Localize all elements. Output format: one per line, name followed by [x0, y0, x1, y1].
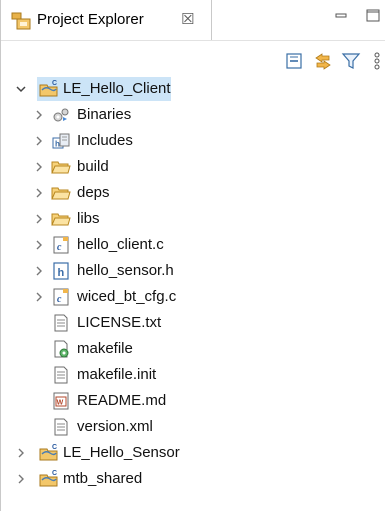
- tab-title: Project Explorer: [37, 11, 144, 28]
- tree-item-label: LE_Hello_Sensor: [63, 444, 180, 461]
- tree-item-build[interactable]: build: [1, 154, 385, 180]
- c-source-file-icon: c: [51, 287, 71, 307]
- chevron-right-icon[interactable]: [15, 472, 27, 486]
- view-menu-icon[interactable]: [370, 50, 384, 72]
- tree-item-label: README.md: [77, 392, 167, 409]
- tree-item-license-txt[interactable]: LICENSE.txt: [1, 310, 385, 336]
- tree-item-le-hello-sensor[interactable]: C LE_Hello_Sensor: [1, 440, 385, 466]
- tree-item-binaries[interactable]: Binaries: [1, 102, 385, 128]
- makefile-icon: [51, 339, 71, 359]
- tree-item-label: LICENSE.txt: [77, 314, 162, 331]
- tree-item-label: build: [77, 158, 109, 175]
- tree-item-mtb-shared[interactable]: C mtb_shared: [1, 466, 385, 492]
- tree-item-label: hello_sensor.h: [77, 262, 174, 279]
- includes-icon: h: [51, 131, 71, 151]
- chevron-right-icon[interactable]: [15, 446, 27, 460]
- view-tab-bar: Project Explorer ☒: [1, 0, 385, 41]
- chevron-right-icon[interactable]: [33, 238, 45, 252]
- chevron-right-icon[interactable]: [33, 134, 45, 148]
- c-project-icon: C: [39, 443, 59, 463]
- svg-text:C: C: [52, 444, 57, 451]
- tree-item-label: wiced_bt_cfg.c: [77, 288, 177, 305]
- markdown-file-icon: W: [51, 391, 71, 411]
- header-file-icon: h: [51, 261, 71, 281]
- tree-item-label: Includes: [77, 132, 133, 149]
- tree-item-label: version.xml: [77, 418, 153, 435]
- view-toolbar: [1, 48, 385, 74]
- tree-item-libs[interactable]: libs: [1, 206, 385, 232]
- tab-project-explorer[interactable]: Project Explorer ☒: [1, 0, 212, 40]
- chevron-right-icon[interactable]: [33, 160, 45, 174]
- tree-item-le-hello-client[interactable]: C LE_Hello_Client: [1, 76, 385, 102]
- text-file-icon: [51, 313, 71, 333]
- chevron-right-icon[interactable]: [33, 264, 45, 278]
- tree-item-label: makefile.init: [77, 366, 157, 383]
- tree-item-label: libs: [77, 210, 100, 227]
- svg-text:C: C: [52, 80, 57, 87]
- collapse-all-icon[interactable]: [284, 50, 306, 72]
- text-file-icon: [51, 417, 71, 437]
- chevron-right-icon[interactable]: [33, 186, 45, 200]
- project-explorer-panel: Project Explorer ☒ C LE_Hello_Client Bin…: [0, 0, 385, 511]
- tree-item-makefile[interactable]: makefile: [1, 336, 385, 362]
- tree-item-makefile-init[interactable]: makefile.init: [1, 362, 385, 388]
- maximize-icon[interactable]: [366, 8, 380, 22]
- tree-item-hello-sensor-h[interactable]: h hello_sensor.h: [1, 258, 385, 284]
- svg-text:c: c: [57, 242, 62, 253]
- tree-item-label: Binaries: [77, 106, 132, 123]
- chevron-right-icon[interactable]: [33, 212, 45, 226]
- tree-item-label: makefile: [77, 340, 133, 357]
- link-with-editor-icon[interactable]: [312, 50, 334, 72]
- tree-item-includes[interactable]: h Includes: [1, 128, 385, 154]
- binaries-icon: [51, 105, 71, 125]
- chevron-right-icon[interactable]: [33, 108, 45, 122]
- tree-item-label: hello_client.c: [77, 236, 164, 253]
- tree-item-label: LE_Hello_Client: [63, 80, 171, 97]
- c-source-file-icon: c: [51, 235, 71, 255]
- svg-text:c: c: [57, 294, 62, 305]
- tree-item-version-xml[interactable]: version.xml: [1, 414, 385, 440]
- filter-icon[interactable]: [340, 50, 362, 72]
- svg-text:C: C: [52, 470, 57, 477]
- text-file-icon: [51, 365, 71, 385]
- minimize-icon[interactable]: [334, 8, 348, 22]
- folder-icon: [51, 183, 71, 203]
- folder-icon: [51, 157, 71, 177]
- chevron-down-icon[interactable]: [15, 82, 27, 96]
- tree-item-label: mtb_shared: [63, 470, 143, 487]
- tree-item-wiced-bt-cfg-c[interactable]: c wiced_bt_cfg.c: [1, 284, 385, 310]
- chevron-right-icon[interactable]: [33, 290, 45, 304]
- svg-text:h: h: [58, 267, 65, 279]
- tree-item-deps[interactable]: deps: [1, 180, 385, 206]
- tree-item-readme-md[interactable]: W README.md: [1, 388, 385, 414]
- folder-icon: [51, 209, 71, 229]
- tree-item-label: deps: [77, 184, 110, 201]
- svg-text:W: W: [57, 400, 64, 407]
- tree-item-hello-client-c[interactable]: c hello_client.c: [1, 232, 385, 258]
- project-explorer-icon: [11, 12, 31, 30]
- svg-text:h: h: [55, 140, 60, 149]
- c-project-icon: C: [39, 79, 59, 99]
- c-project-icon: C: [39, 469, 59, 489]
- close-icon[interactable]: ☒: [181, 10, 194, 28]
